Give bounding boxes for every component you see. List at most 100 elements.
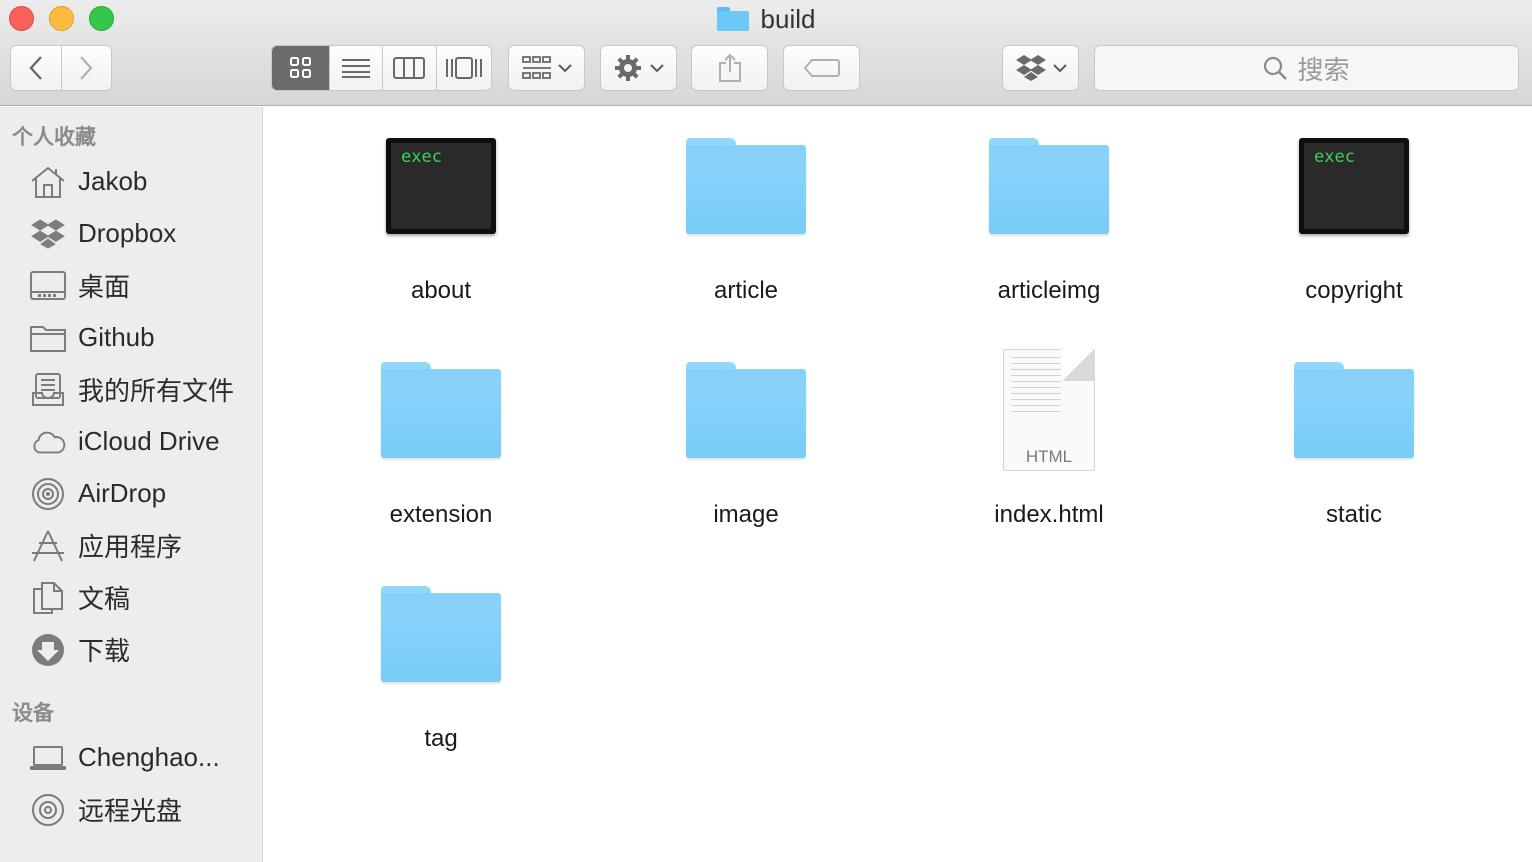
search-field[interactable]: 搜索 xyxy=(1094,45,1519,91)
search-icon xyxy=(1264,56,1288,80)
exec-icon: exec xyxy=(386,138,496,234)
file-item-extension[interactable]: extension xyxy=(321,345,561,545)
exec-icon: exec xyxy=(1299,138,1409,234)
window-title-text: build xyxy=(760,3,816,34)
sidebar-item-desktop[interactable]: 桌面 xyxy=(0,263,262,307)
list-view-button[interactable] xyxy=(330,46,383,90)
sidebar-item-label: Jakob xyxy=(78,165,148,196)
html-document-icon: HTML xyxy=(1003,349,1095,471)
list-icon xyxy=(342,59,371,78)
sidebar-item-icloud-drive[interactable]: iCloud Drive xyxy=(0,419,262,463)
column-view-button[interactable] xyxy=(383,46,437,90)
chevron-down-icon xyxy=(649,64,664,73)
grid-icon xyxy=(289,57,311,78)
sidebar-item-downloads[interactable]: 下载 xyxy=(0,627,262,671)
exec-badge: exec xyxy=(1314,147,1355,167)
documents-icon xyxy=(30,581,66,615)
sidebar-item-label: 文稿 xyxy=(78,583,131,614)
file-name: about xyxy=(410,277,472,304)
tags-button[interactable] xyxy=(783,45,860,91)
cover-flow-view-button[interactable] xyxy=(437,46,492,90)
chevron-left-icon xyxy=(29,56,42,80)
favorites-section-title: 个人收藏 xyxy=(12,126,96,149)
sidebar-item-label: 桌面 xyxy=(78,271,131,302)
action-button[interactable] xyxy=(600,45,677,91)
applications-icon xyxy=(30,529,66,563)
file-item-copyright[interactable]: exec copyright xyxy=(1234,121,1474,321)
folder-icon xyxy=(716,7,749,31)
cover-flow-icon xyxy=(445,57,482,79)
arrange-button[interactable] xyxy=(508,45,585,91)
devices-section-title: 设备 xyxy=(12,702,54,725)
share-icon xyxy=(718,53,741,82)
file-item-index-html[interactable]: HTML index.html xyxy=(929,345,1169,545)
dropbox-icon xyxy=(30,217,66,251)
file-name: article xyxy=(713,277,779,304)
sidebar-item-documents[interactable]: 文稿 xyxy=(0,575,262,619)
folder-icon xyxy=(30,321,66,355)
file-name: tag xyxy=(424,725,458,752)
dropbox-icon xyxy=(1015,55,1046,81)
file-item-tag[interactable]: tag xyxy=(321,569,561,769)
back-button[interactable] xyxy=(11,46,62,90)
arrange-grid-icon xyxy=(521,56,551,79)
sidebar-item-all-files[interactable]: 我的所有文件 xyxy=(0,367,262,411)
cloud-icon xyxy=(30,425,66,459)
home-icon xyxy=(30,165,66,199)
search-placeholder: 搜索 xyxy=(1297,54,1350,85)
sidebar-item-label: AirDrop xyxy=(78,477,167,508)
sidebar-item-airdrop[interactable]: AirDrop xyxy=(0,471,262,515)
airdrop-icon xyxy=(30,477,66,511)
icon-view-button[interactable] xyxy=(272,46,331,90)
file-name: copyright xyxy=(1305,277,1403,304)
file-item-articleimg[interactable]: articleimg xyxy=(929,121,1169,321)
file-name: index.html xyxy=(994,501,1104,528)
sidebar-item-label: 我的所有文件 xyxy=(78,375,235,406)
columns-icon xyxy=(393,57,426,79)
laptop-icon xyxy=(30,741,66,775)
folder-icon xyxy=(686,362,806,458)
gear-icon xyxy=(614,55,641,81)
dropbox-toolbar-button[interactable] xyxy=(1002,45,1079,91)
chevron-down-icon xyxy=(557,64,572,73)
sidebar-item-label: iCloud Drive xyxy=(78,425,220,456)
chevron-down-icon xyxy=(1052,64,1067,73)
sidebar-item-label: Dropbox xyxy=(78,217,177,248)
folder-icon xyxy=(381,586,501,682)
file-item-static[interactable]: static xyxy=(1234,345,1474,545)
chevron-right-icon xyxy=(80,56,93,80)
sidebar-item-jakob[interactable]: Jakob xyxy=(0,159,262,203)
exec-badge: exec xyxy=(401,147,442,167)
sidebar-item-label: 应用程序 xyxy=(78,531,183,562)
sidebar-item-remote-disc[interactable]: 远程光盘 xyxy=(0,787,262,831)
share-button[interactable] xyxy=(691,45,768,91)
folder-icon xyxy=(989,138,1109,234)
file-item-about[interactable]: exec about xyxy=(321,121,561,321)
folder-icon xyxy=(686,138,806,234)
all-files-icon xyxy=(30,373,66,407)
sidebar-item-label: 远程光盘 xyxy=(78,795,183,826)
file-name: static xyxy=(1325,501,1382,528)
folder-icon xyxy=(1294,362,1414,458)
sidebar-item-github[interactable]: Github xyxy=(0,315,262,359)
file-name: extension xyxy=(389,501,493,528)
sidebar-item-label: 下载 xyxy=(78,635,131,666)
folder-icon xyxy=(381,362,501,458)
file-name: articleimg xyxy=(997,277,1101,304)
sidebar-item-label: Chenghao... xyxy=(78,741,220,772)
file-item-image[interactable]: image xyxy=(626,345,866,545)
sidebar: 个人收藏 Jakob Dropbox 桌面 Github 我的所有文件 iClo… xyxy=(0,107,263,862)
view-switcher xyxy=(271,45,492,91)
sidebar-item-applications[interactable]: 应用程序 xyxy=(0,523,262,567)
sidebar-item-laptop[interactable]: Chenghao... xyxy=(0,735,262,779)
window-toolbar: build 搜索 xyxy=(0,0,1532,106)
forward-button[interactable] xyxy=(62,46,112,90)
document-type-label: HTML xyxy=(1025,447,1073,466)
tag-icon xyxy=(803,59,840,77)
desktop-icon xyxy=(30,269,66,303)
disc-icon xyxy=(30,793,66,827)
file-item-article[interactable]: article xyxy=(626,121,866,321)
sidebar-item-dropbox[interactable]: Dropbox xyxy=(0,211,262,255)
file-name: image xyxy=(713,501,779,528)
file-browser: exec about article articleimg exec copyr… xyxy=(264,107,1532,862)
